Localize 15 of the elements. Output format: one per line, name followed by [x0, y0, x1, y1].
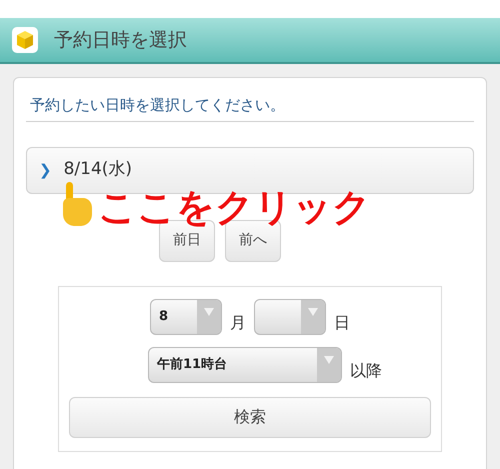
- day-label: 日: [334, 312, 350, 334]
- cube-icon: [12, 27, 38, 53]
- header-title: 予約日時を選択: [54, 28, 187, 53]
- dropdown-arrow-icon: [204, 308, 214, 316]
- time-suffix: 以降: [350, 360, 382, 382]
- search-button[interactable]: 検索: [69, 396, 431, 438]
- pointing-hand-icon: [60, 182, 94, 226]
- day-select[interactable]: [254, 298, 326, 334]
- instruction-text: 予約したい日時を選択してください。: [26, 94, 474, 122]
- dropdown-arrow-icon: [308, 308, 318, 316]
- caret-icon: ❯: [39, 158, 52, 182]
- time-select[interactable]: 午前11時台: [148, 346, 342, 382]
- dropdown-arrow-icon: [324, 356, 334, 364]
- month-select[interactable]: 8: [150, 298, 222, 334]
- month-label: 月: [230, 312, 246, 334]
